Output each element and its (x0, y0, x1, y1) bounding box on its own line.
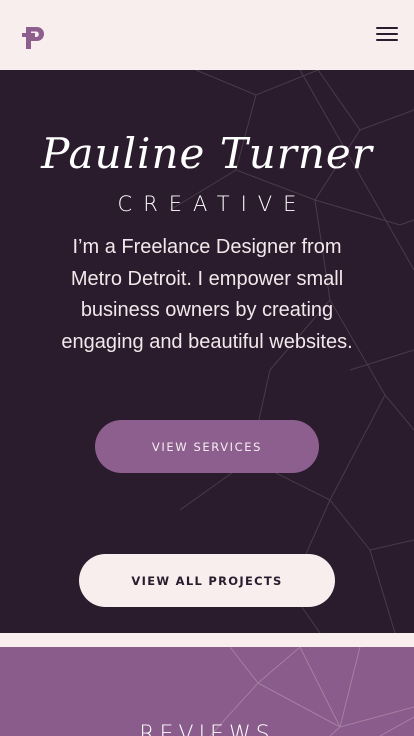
menu-bar (376, 27, 398, 29)
reviews-heading: REVIEWS (139, 722, 275, 736)
menu-bar (376, 39, 398, 41)
menu-bar (376, 33, 398, 35)
view-all-projects-button[interactable]: VIEW ALL PROJECTS (79, 554, 335, 607)
hero-tagline: CREATIVE (117, 192, 308, 216)
hero-section: Pauline Turner CREATIVE I’m a Freelance … (0, 70, 414, 633)
reviews-section: REVIEWS (0, 647, 414, 736)
view-services-button[interactable]: VIEW SERVICES (95, 420, 319, 473)
site-header (0, 0, 414, 70)
hamburger-menu-icon[interactable] (376, 26, 398, 44)
hero-name: Pauline Turner (41, 129, 373, 178)
p-monogram-icon[interactable] (22, 22, 48, 50)
hero-intro: I’m a Freelance Designer from Metro Detr… (61, 236, 353, 353)
